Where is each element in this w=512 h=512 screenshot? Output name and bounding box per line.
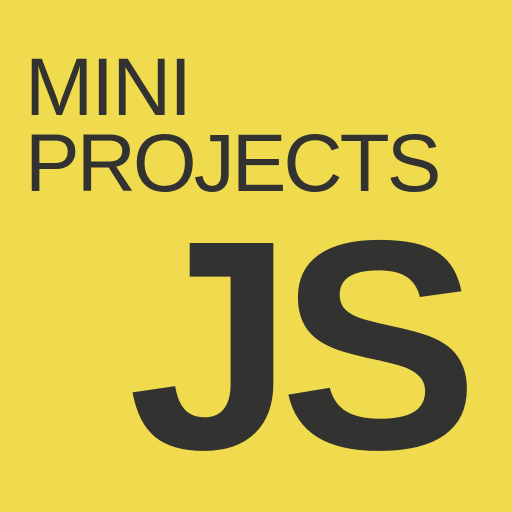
- logo-line-js: JS: [128, 179, 478, 512]
- mini-projects-js-logo: MINI PROJECTS JS: [0, 0, 512, 512]
- logo-line-mini: MINI: [25, 42, 192, 133]
